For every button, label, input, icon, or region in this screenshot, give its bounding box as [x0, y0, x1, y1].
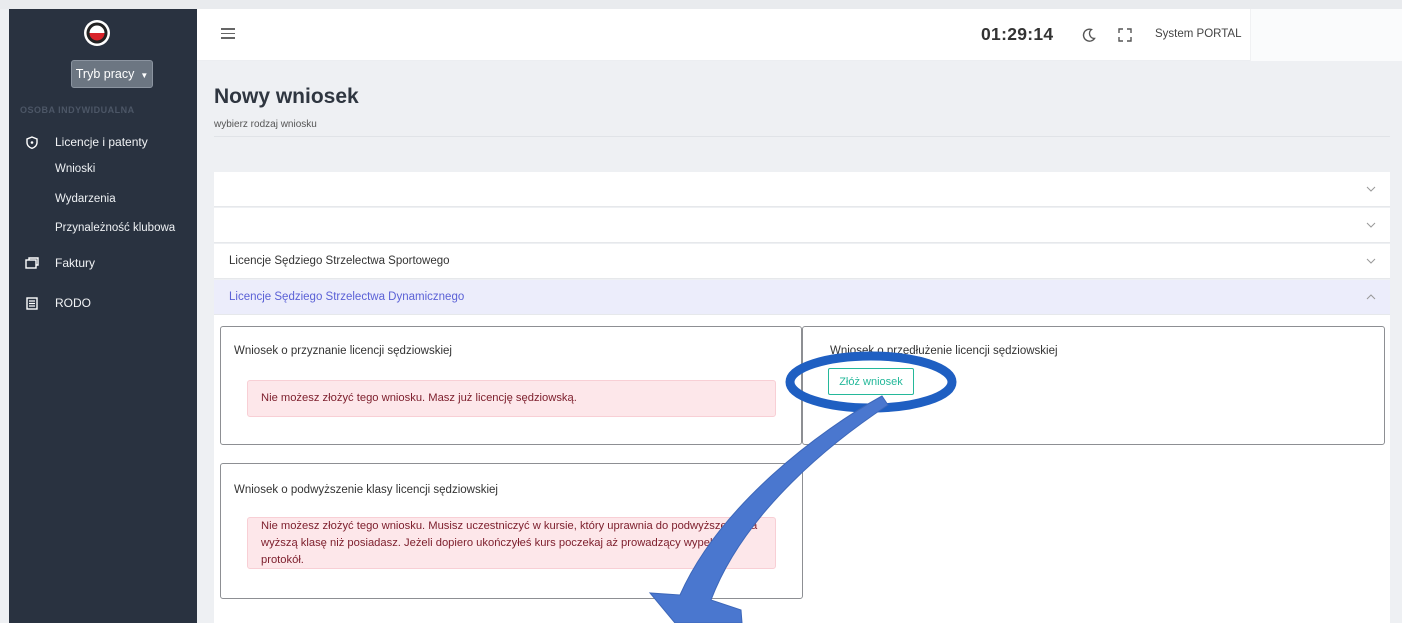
sidebar-section-label: OSOBA INDYWIDUALNA	[20, 105, 135, 115]
shield-icon	[25, 135, 39, 149]
sidebar-item-label: RODO	[55, 296, 91, 310]
caret-down-icon: ▼	[140, 70, 149, 80]
accordion-item-2[interactable]	[214, 208, 1390, 243]
federation-logo[interactable]	[83, 19, 111, 47]
accordion-item-1[interactable]	[214, 172, 1390, 207]
sidebar-item-licenses[interactable]: Licencje i patenty	[9, 133, 197, 151]
divider	[214, 136, 1390, 137]
invoice-icon	[25, 256, 39, 270]
page-subtitle: wybierz rodzaj wniosku	[214, 119, 317, 130]
sidebar-item-invoices[interactable]: Faktury	[9, 254, 197, 272]
system-portal-link[interactable]: System PORTAL	[1155, 28, 1242, 40]
accordion-item-dynamic-judge-licenses[interactable]: Licencje Sędziego Strzelectwa Dynamiczne…	[214, 280, 1390, 315]
chevron-up-icon	[1366, 294, 1376, 300]
moon-icon[interactable]	[1081, 27, 1097, 43]
card-grant-license: Wniosek o przyznanie licencji sędziowski…	[220, 326, 802, 445]
top-strip	[0, 0, 1402, 9]
sidebar-item-label: Faktury	[55, 256, 96, 270]
sidebar-item-rodo[interactable]: RODO	[9, 294, 197, 312]
card-title: Wniosek o podwyższenie klasy licencji sę…	[234, 484, 498, 496]
alert-text: Nie możesz złożyć tego wniosku. Masz już…	[261, 392, 577, 404]
sidebar-subitem-events[interactable]: Wydarzenia	[55, 193, 116, 205]
user-menu[interactable]	[1250, 9, 1402, 61]
submit-application-button[interactable]: Złóż wniosek	[828, 368, 914, 395]
sidebar-item-label: Licencje i patenty	[55, 135, 148, 149]
card-title: Wniosek o przedłużenie licencji sędziows…	[830, 345, 1058, 357]
session-clock: 01:29:14	[981, 24, 1054, 44]
sidebar-subitem-club-membership[interactable]: Przynależność klubowa	[55, 222, 175, 234]
card-upgrade-license-class: Wniosek o podwyższenie klasy licencji sę…	[220, 463, 803, 599]
menu-icon[interactable]	[221, 28, 235, 40]
page-title: Nowy wniosek	[214, 85, 359, 108]
card-title: Wniosek o przyznanie licencji sędziowski…	[234, 345, 452, 357]
accordion-item-sport-judge-licenses[interactable]: Licencje Sędziego Strzelectwa Sportowego	[214, 244, 1390, 279]
chevron-down-icon	[1366, 258, 1376, 264]
sidebar: Tryb pracy ▼ OSOBA INDYWIDUALNA Licencje…	[9, 9, 197, 623]
document-icon	[25, 296, 39, 310]
alert-text-line-1: Nie możesz złożyć tego wniosku. Musisz u…	[261, 519, 758, 532]
work-mode-label: Tryb pracy	[75, 67, 135, 81]
fullscreen-icon[interactable]	[1118, 28, 1132, 42]
work-mode-button[interactable]: Tryb pracy ▼	[71, 60, 153, 88]
chevron-down-icon	[1366, 222, 1376, 228]
chevron-down-icon	[1366, 186, 1376, 192]
sidebar-subitem-applications[interactable]: Wnioski	[55, 163, 95, 175]
top-header: 01:29:14 System PORTAL	[197, 9, 1402, 61]
accordion-label: Licencje Sędziego Strzelectwa Dynamiczne…	[229, 291, 465, 303]
alert-message: Nie możesz złożyć tego wniosku. Masz już…	[247, 380, 776, 417]
alert-text-line-2: wyższą klasę niż posiadasz. Jeżeli dopie…	[261, 536, 722, 566]
alert-message: Nie możesz złożyć tego wniosku. Musisz u…	[247, 517, 776, 569]
accordion-label: Licencje Sędziego Strzelectwa Sportowego	[229, 255, 450, 267]
